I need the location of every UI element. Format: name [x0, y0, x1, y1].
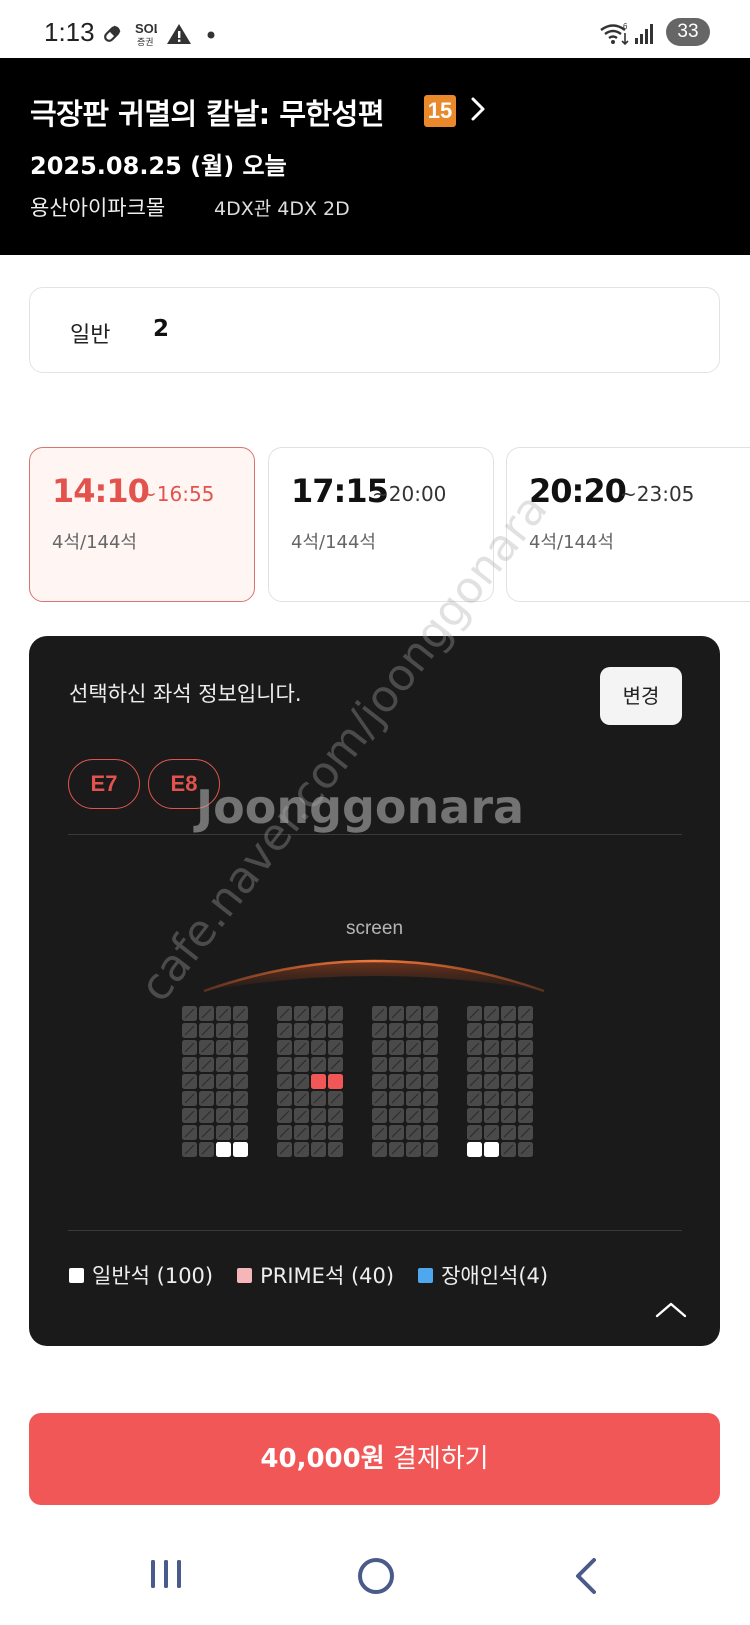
battery-indicator: 33 — [666, 18, 710, 46]
pill-icon — [104, 25, 121, 42]
showtime-seats: 4석/144석 — [529, 532, 614, 553]
ticket-count-box[interactable]: 일반 2 — [29, 287, 720, 373]
showtime-seats: 4석/144석 — [52, 532, 137, 553]
pay-button[interactable]: 40,000원 결제하기 — [29, 1413, 720, 1505]
legend-label: 장애인석(4) — [441, 1264, 549, 1288]
legend-item: 일반석 (100) — [69, 1260, 213, 1290]
legend-label: PRIME석 (40) — [260, 1264, 395, 1288]
chevron-right-icon[interactable] — [468, 94, 488, 124]
movie-title[interactable]: 극장판 귀멸의 칼날: 무한성편 — [30, 91, 385, 133]
legend-swatch — [418, 1267, 434, 1283]
divider — [68, 1230, 682, 1231]
ticket-count: 2 — [153, 316, 170, 342]
seat-info-panel: 선택하신 좌석 정보입니다. 변경 E7 E8 screen 일반석 (100)… — [29, 636, 720, 1346]
seat-selected[interactable] — [328, 1074, 343, 1089]
theater-name: 용산아이파크몰 — [30, 196, 166, 220]
signal-icon — [635, 24, 653, 44]
sol-app-icon: SOL 증권 — [135, 21, 157, 48]
showtime-end: ~20:00 — [372, 482, 447, 506]
showtime-card[interactable]: 14:10 ~16:55 4석/144석 — [29, 447, 255, 602]
movie-header[interactable]: 극장판 귀멸의 칼날: 무한성편 15 2025.08.25 (월) 오늘 용산… — [0, 58, 750, 255]
showtime-end: ~23:05 — [620, 482, 695, 506]
age-rating-badge: 15 — [424, 95, 456, 127]
showtime-card[interactable]: 20:20 ~23:05 4석/144석 — [506, 447, 750, 602]
showtime-start: 14:10 — [52, 472, 150, 510]
seat-available[interactable] — [216, 1142, 231, 1157]
svg-text:증권: 증권 — [137, 36, 154, 48]
legend-swatch — [237, 1267, 253, 1283]
warning-icon — [167, 24, 191, 44]
system-nav-bar — [0, 1530, 750, 1625]
hall-name: 4DX관 4DX 2D — [214, 198, 350, 220]
svg-text:6: 6 — [623, 22, 628, 31]
show-date: 2025.08.25 (월) 오늘 — [30, 152, 287, 180]
pay-action-label: 결제하기 — [392, 1444, 489, 1474]
svg-text:SOL: SOL — [135, 21, 157, 36]
booking-page: 1:13 SOL 증권 6 33 — [0, 0, 750, 1625]
pay-price: 40,000원 — [260, 1444, 385, 1474]
home-icon[interactable] — [356, 1556, 396, 1596]
legend-item: PRIME석 (40) — [237, 1260, 394, 1290]
seat-legend: 일반석 (100) PRIME석 (40) 장애인석(4) — [69, 1260, 572, 1290]
seat-selected[interactable] — [311, 1074, 326, 1089]
status-time: 1:13 — [44, 17, 95, 47]
ticket-type-label: 일반 — [70, 323, 111, 348]
seat-map[interactable] — [29, 636, 720, 1176]
showtime-card[interactable]: 17:15 ~20:00 4석/144석 — [268, 447, 494, 602]
showtime-seats: 4석/144석 — [291, 532, 376, 553]
showtime-start: 20:20 — [529, 472, 627, 510]
seat-available[interactable] — [467, 1142, 482, 1157]
legend-item: 장애인석(4) — [418, 1260, 548, 1290]
showtime-end: ~16:55 — [140, 482, 215, 506]
legend-label: 일반석 (100) — [92, 1264, 214, 1288]
back-icon[interactable] — [570, 1556, 602, 1596]
seat-available[interactable] — [484, 1142, 499, 1157]
seat-available[interactable] — [233, 1142, 248, 1157]
chevron-up-icon[interactable] — [653, 1298, 689, 1322]
legend-swatch — [69, 1267, 84, 1283]
wifi-icon: 6 — [600, 22, 629, 46]
recent-apps-icon[interactable] — [148, 1556, 184, 1592]
status-bar: 1:13 SOL 증권 6 33 — [0, 0, 750, 58]
dot-icon — [207, 31, 215, 39]
